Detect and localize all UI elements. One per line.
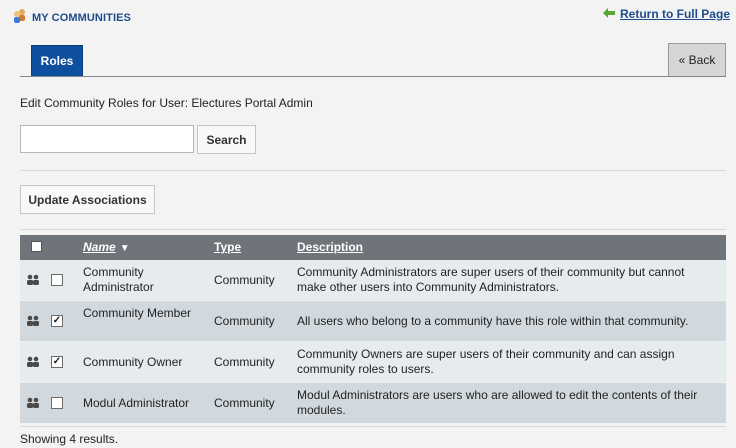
divider	[20, 229, 726, 230]
search-button[interactable]: Search	[197, 125, 256, 154]
role-name: Community Member	[83, 306, 192, 320]
edit-roles-label: Edit Community Roles for User: Electures…	[20, 96, 313, 110]
role-type: Community	[214, 314, 275, 328]
back-button[interactable]: « Back	[668, 43, 726, 76]
divider	[20, 170, 726, 171]
back-arrow-icon	[602, 7, 615, 21]
table-header: Name ▼ Type Description	[20, 235, 726, 260]
role-description: Community Administrators are super users…	[297, 265, 685, 294]
row-checkbox[interactable]	[51, 274, 63, 286]
return-link-label: Return to Full Page	[619, 7, 730, 21]
role-name: Community Administrator	[83, 265, 154, 294]
user-group-icon	[26, 315, 40, 327]
tab-bar: Roles	[20, 43, 726, 77]
roles-table: Name ▼ Type Description Community Adminis…	[20, 235, 726, 423]
select-all-checkbox[interactable]	[31, 241, 42, 252]
divider	[20, 426, 726, 427]
portlet-title: MY COMMUNITIES	[12, 8, 131, 27]
table-row: Modul Administrator Community Modul Admi…	[20, 382, 726, 423]
update-associations-button[interactable]: Update Associations	[20, 185, 155, 214]
results-count: Showing 4 results.	[20, 432, 119, 446]
user-group-icon	[26, 356, 40, 368]
row-checkbox[interactable]	[51, 397, 63, 409]
row-checkbox[interactable]: ✓	[51, 315, 63, 327]
role-description: All users who belong to a community have…	[297, 314, 689, 328]
column-header-name[interactable]: Name ▼	[83, 240, 130, 254]
table-row: Community Administrator Community Commun…	[20, 260, 726, 300]
role-name: Modul Administrator	[83, 396, 190, 410]
role-type: Community	[214, 355, 275, 369]
role-description: Community Owners are super users of thei…	[297, 347, 675, 376]
page-title: MY COMMUNITIES	[32, 11, 131, 24]
communities-icon	[12, 8, 28, 27]
tab-roles[interactable]: Roles	[31, 45, 83, 76]
role-name: Community Owner	[83, 355, 183, 369]
user-group-icon	[26, 274, 40, 286]
role-description: Modul Administrators are users who are a…	[297, 388, 698, 417]
role-type: Community	[214, 273, 275, 287]
table-row: ✓ Community Member Community All users w…	[20, 300, 726, 341]
row-checkbox[interactable]: ✓	[51, 356, 63, 368]
portlet-header: MY COMMUNITIES Return to Full Page	[0, 0, 736, 32]
sort-desc-icon: ▼	[119, 243, 130, 254]
role-type: Community	[214, 396, 275, 410]
column-header-description[interactable]: Description	[297, 240, 363, 254]
return-to-full-page-link[interactable]: Return to Full Page	[602, 7, 730, 21]
search-input[interactable]	[20, 125, 194, 153]
table-row: ✓ Community Owner Community Community Ow…	[20, 341, 726, 382]
column-header-type[interactable]: Type	[214, 240, 241, 254]
user-group-icon	[26, 397, 40, 409]
